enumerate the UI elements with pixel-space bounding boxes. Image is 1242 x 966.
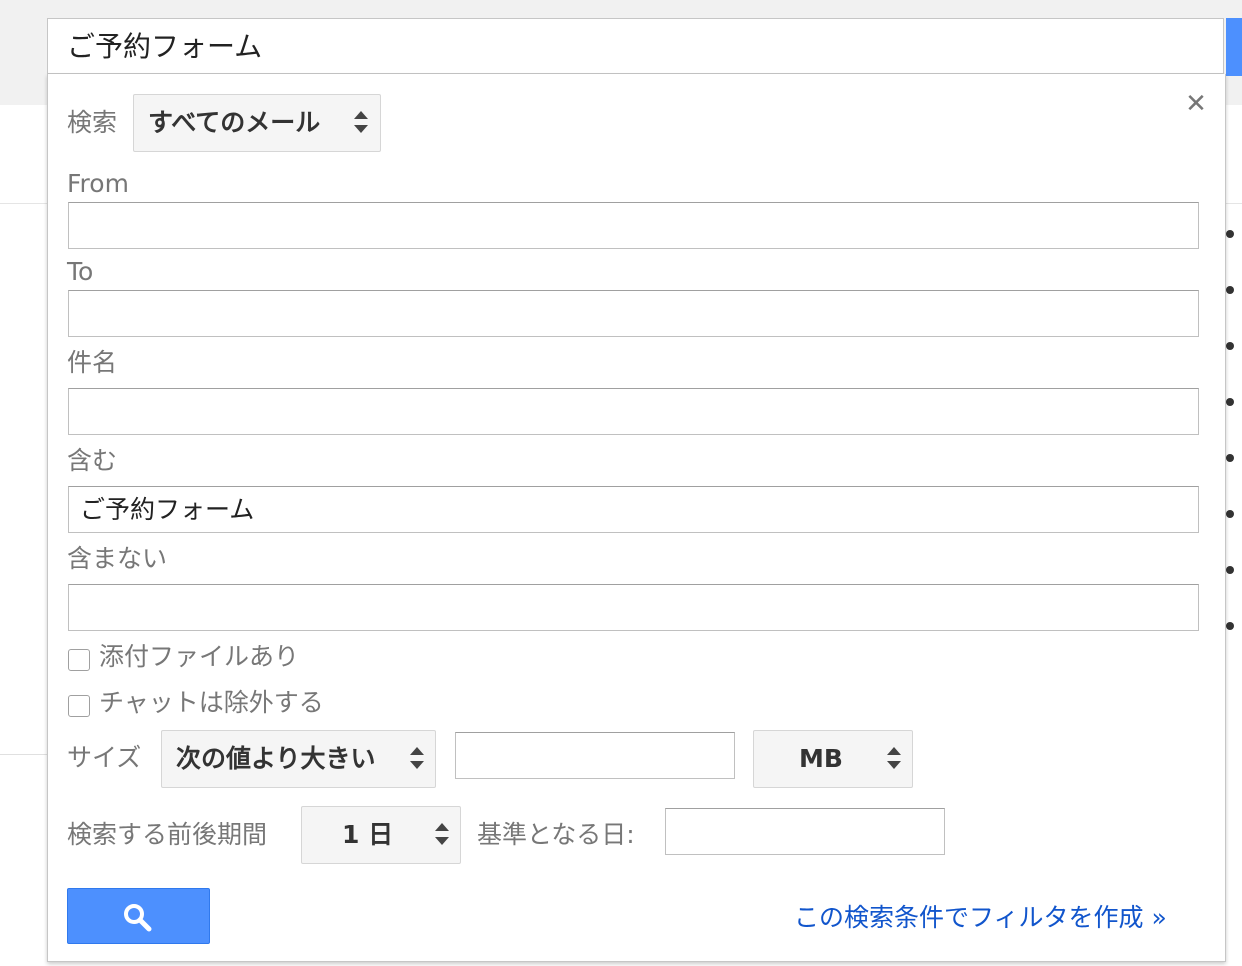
list-marker (1226, 398, 1234, 406)
subject-field[interactable] (68, 388, 1199, 435)
advanced-search-panel: ✕ 検索 すべてのメール From To 件名 含む ご予約フォーム 含まない … (47, 74, 1226, 962)
has-words-label: 含む (67, 446, 118, 475)
search-in-label: 検索 (67, 108, 118, 137)
has-attachment-checkbox[interactable] (68, 649, 90, 671)
close-icon[interactable]: ✕ (1182, 90, 1210, 118)
exclude-chats-label: チャットは除外する (99, 688, 324, 717)
search-in-value: すべてのメール (148, 108, 321, 137)
subject-label: 件名 (67, 348, 118, 377)
list-marker (1226, 566, 1234, 574)
has-words-field[interactable]: ご予約フォーム (68, 486, 1199, 533)
size-unit-select[interactable]: MB (753, 730, 913, 788)
date-within-select[interactable]: 1 日 (301, 806, 461, 864)
date-base-label: 基準となる日: (477, 820, 635, 849)
not-words-label: 含まない (67, 544, 168, 573)
date-within-label: 検索する前後期間 (67, 820, 268, 849)
search-in-select[interactable]: すべてのメール (133, 94, 381, 152)
search-button[interactable] (67, 888, 210, 944)
updown-arrows-icon (887, 747, 901, 771)
not-words-field[interactable] (68, 584, 1199, 631)
size-operator-value: 次の値より大きい (176, 744, 376, 773)
to-label: To (67, 257, 94, 286)
list-marker (1226, 286, 1234, 294)
search-icon (124, 904, 152, 932)
date-within-value: 1 日 (342, 820, 394, 849)
updown-arrows-icon (410, 747, 424, 771)
size-unit-value: MB (799, 744, 843, 773)
list-divider (0, 754, 47, 755)
search-button-edge (1226, 18, 1242, 76)
from-label: From (67, 169, 129, 198)
size-operator-select[interactable]: 次の値より大きい (161, 730, 436, 788)
list-marker (1226, 454, 1234, 462)
search-input[interactable]: ご予約フォーム (47, 18, 1224, 74)
list-marker (1226, 622, 1234, 630)
list-marker (1226, 342, 1234, 350)
search-query-text: ご予約フォーム (67, 30, 263, 63)
has-attachment-label: 添付ファイルあり (99, 642, 300, 671)
size-value-field[interactable] (455, 732, 735, 779)
list-marker (1226, 510, 1234, 518)
updown-arrows-icon (354, 111, 368, 135)
updown-arrows-icon (435, 823, 449, 847)
date-base-field[interactable] (665, 808, 945, 855)
list-marker (1226, 230, 1234, 238)
size-label: サイズ (67, 743, 142, 772)
to-field[interactable] (68, 290, 1199, 337)
create-filter-link[interactable]: この検索条件でフィルタを作成 » (794, 902, 1167, 934)
from-field[interactable] (68, 202, 1199, 249)
exclude-chats-checkbox[interactable] (68, 695, 90, 717)
